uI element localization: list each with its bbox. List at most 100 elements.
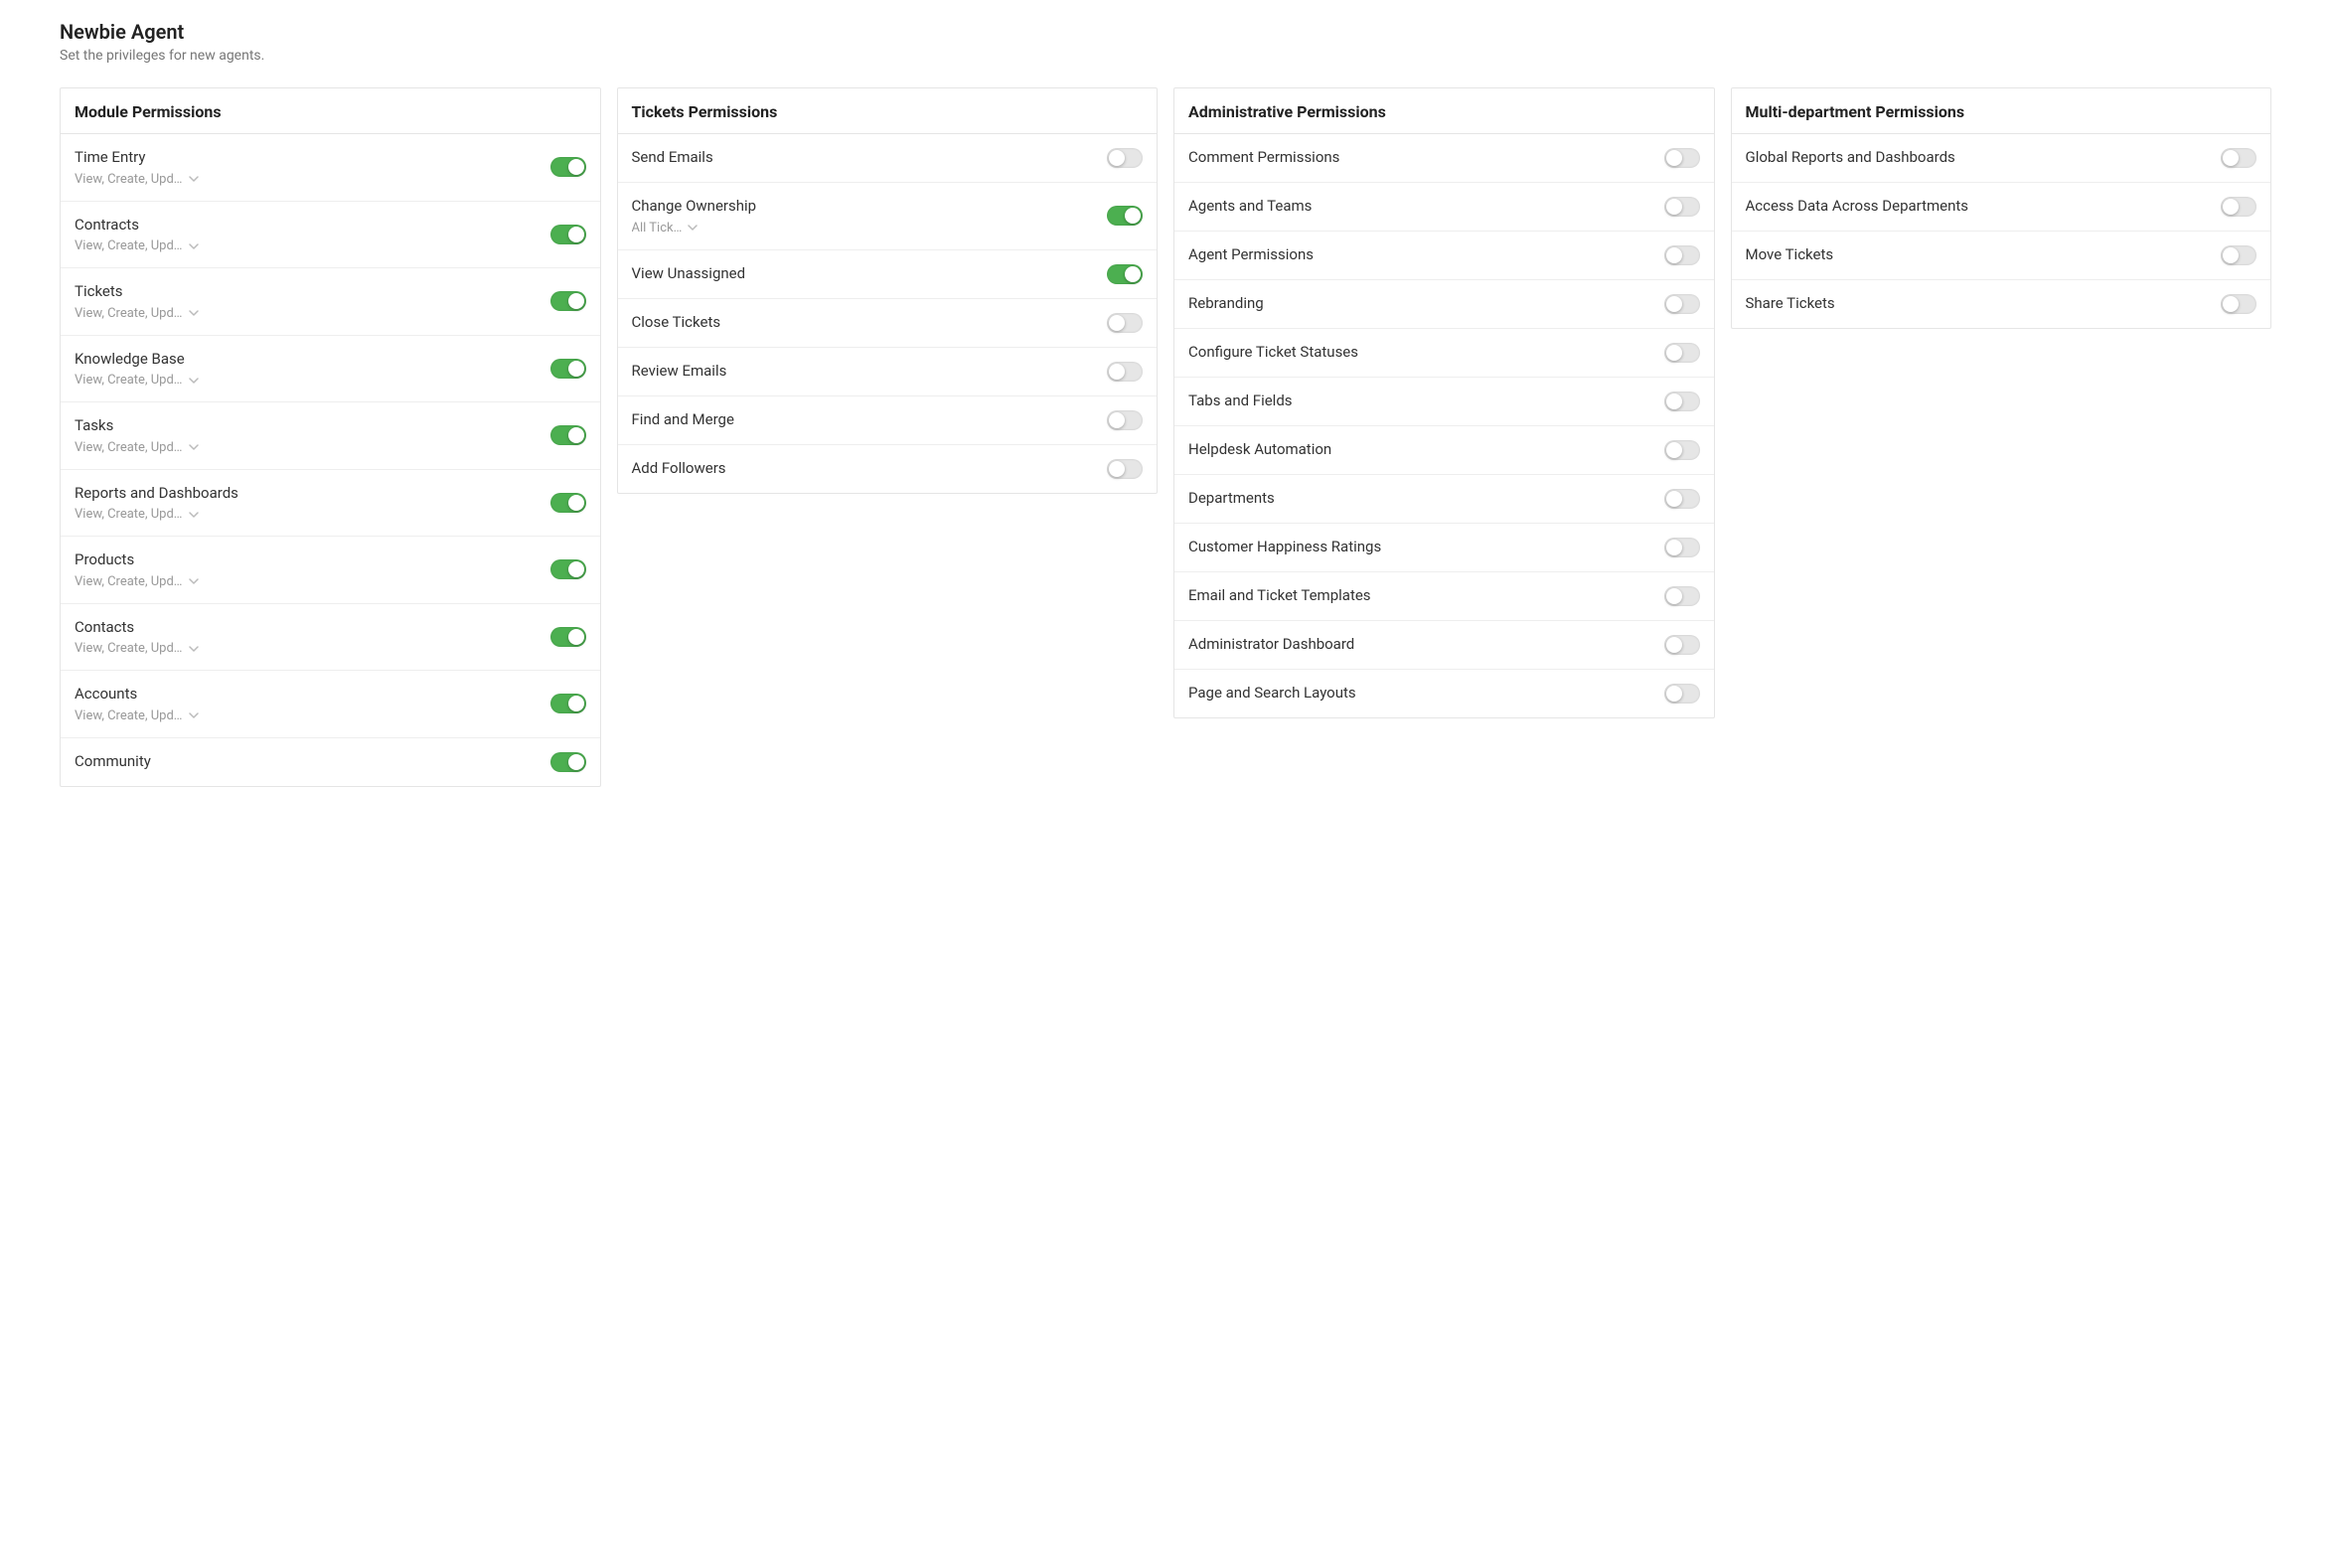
perm-label: Access Data Across Departments <box>1746 197 2210 217</box>
toggle-time-entry[interactable] <box>550 157 586 177</box>
toggle-accounts[interactable] <box>550 694 586 713</box>
perm-sub-text: View, Create, Upd… <box>75 708 183 723</box>
perm-label: Rebranding <box>1188 294 1652 314</box>
panel-administrative-permissions: Administrative PermissionsComment Permis… <box>1173 87 1715 718</box>
toggle-send-emails[interactable] <box>1107 148 1143 168</box>
toggle-administrator-dashboard[interactable] <box>1664 635 1700 655</box>
toggle-customer-happiness-ratings[interactable] <box>1664 538 1700 557</box>
perm-label: Tasks <box>75 416 539 436</box>
perm-left: Global Reports and Dashboards <box>1746 148 2210 168</box>
toggle-reports-and-dashboards[interactable] <box>550 493 586 513</box>
perm-sub-dropdown[interactable]: View, Create, Upd… <box>75 574 539 589</box>
toggle-agents-and-teams[interactable] <box>1664 197 1700 217</box>
toggle-add-followers[interactable] <box>1107 459 1143 479</box>
perm-left: ProductsView, Create, Upd… <box>75 550 539 589</box>
perm-left: View Unassigned <box>632 264 1096 284</box>
perm-sub-dropdown[interactable]: View, Create, Upd… <box>75 507 539 522</box>
toggle-knob <box>1666 393 1682 409</box>
toggle-change-ownership[interactable] <box>1107 206 1143 226</box>
perm-label: Move Tickets <box>1746 245 2210 265</box>
perm-label: Share Tickets <box>1746 294 2210 314</box>
toggle-tasks[interactable] <box>550 425 586 445</box>
toggle-tabs-and-fields[interactable] <box>1664 392 1700 411</box>
toggle-move-tickets[interactable] <box>2221 245 2256 265</box>
perm-label: Tabs and Fields <box>1188 392 1652 411</box>
panel-header: Administrative Permissions <box>1174 88 1714 134</box>
toggle-email-and-ticket-templates[interactable] <box>1664 586 1700 606</box>
perm-left: Page and Search Layouts <box>1188 684 1652 704</box>
toggle-products[interactable] <box>550 559 586 579</box>
toggle-knob <box>568 696 584 711</box>
toggle-comment-permissions[interactable] <box>1664 148 1700 168</box>
chevron-down-icon <box>189 644 199 654</box>
perm-left: Community <box>75 752 539 772</box>
toggle-knob <box>1666 199 1682 215</box>
toggle-helpdesk-automation[interactable] <box>1664 440 1700 460</box>
perm-left: Access Data Across Departments <box>1746 197 2210 217</box>
perm-sub-text: View, Create, Upd… <box>75 172 183 187</box>
toggle-find-and-merge[interactable] <box>1107 410 1143 430</box>
perm-sub-dropdown[interactable]: View, Create, Upd… <box>75 641 539 656</box>
perm-label: Email and Ticket Templates <box>1188 586 1652 606</box>
toggle-departments[interactable] <box>1664 489 1700 509</box>
perm-left: Tickets View, Create, Upd… <box>75 282 539 321</box>
toggle-tickets[interactable] <box>550 291 586 311</box>
perm-left: Find and Merge <box>632 410 1096 430</box>
chevron-down-icon <box>189 710 199 720</box>
perm-row-email-and-ticket-templates: Email and Ticket Templates <box>1174 572 1714 621</box>
perm-sub-dropdown[interactable]: View, Create, Upd… <box>75 440 539 455</box>
perm-left: Administrator Dashboard <box>1188 635 1652 655</box>
toggle-contracts[interactable] <box>550 225 586 244</box>
toggle-knob <box>1666 491 1682 507</box>
perm-row-tickets: Tickets View, Create, Upd… <box>61 268 600 336</box>
perm-row-contacts: ContactsView, Create, Upd… <box>61 604 600 672</box>
perm-label: Close Tickets <box>632 313 1096 333</box>
perm-row-configure-ticket-statuses: Configure Ticket Statuses <box>1174 329 1714 378</box>
perm-label: Accounts <box>75 685 539 705</box>
toggle-community[interactable] <box>550 752 586 772</box>
toggle-review-emails[interactable] <box>1107 362 1143 382</box>
toggle-knob <box>1666 686 1682 702</box>
toggle-share-tickets[interactable] <box>2221 294 2256 314</box>
perm-left: Review Emails <box>632 362 1096 382</box>
perm-label: Departments <box>1188 489 1652 509</box>
toggle-close-tickets[interactable] <box>1107 313 1143 333</box>
perm-left: Close Tickets <box>632 313 1096 333</box>
toggle-contacts[interactable] <box>550 627 586 647</box>
perm-sub-text: View, Create, Upd… <box>75 507 183 522</box>
toggle-knob <box>1666 540 1682 555</box>
perm-sub-dropdown[interactable]: View, Create, Upd… <box>75 306 539 321</box>
chevron-down-icon <box>189 510 199 520</box>
toggle-knowledge-base[interactable] <box>550 359 586 379</box>
perm-sub-dropdown[interactable]: All Tick… <box>632 221 1096 235</box>
toggle-agent-permissions[interactable] <box>1664 245 1700 265</box>
toggle-knob <box>2223 296 2239 312</box>
toggle-knob <box>1109 412 1125 428</box>
chevron-down-icon <box>688 223 698 233</box>
toggle-page-and-search-layouts[interactable] <box>1664 684 1700 704</box>
toggle-view-unassigned[interactable] <box>1107 264 1143 284</box>
perm-label: Change Ownership <box>632 197 1096 217</box>
perm-left: Agents and Teams <box>1188 197 1652 217</box>
toggle-knob <box>1109 364 1125 380</box>
perm-label: Administrator Dashboard <box>1188 635 1652 655</box>
perm-left: Helpdesk Automation <box>1188 440 1652 460</box>
perm-label: Tickets <box>75 282 539 302</box>
perm-sub-dropdown[interactable]: View, Create, Upd… <box>75 708 539 723</box>
perm-label: View Unassigned <box>632 264 1096 284</box>
perm-sub-dropdown[interactable]: View, Create, Upd… <box>75 238 539 253</box>
toggle-access-data-across-departments[interactable] <box>2221 197 2256 217</box>
perm-left: Departments <box>1188 489 1652 509</box>
perm-sub-text: View, Create, Upd… <box>75 574 183 589</box>
perm-row-agents-and-teams: Agents and Teams <box>1174 183 1714 232</box>
perm-row-knowledge-base: Knowledge BaseView, Create, Upd… <box>61 336 600 403</box>
perm-sub-dropdown[interactable]: View, Create, Upd… <box>75 373 539 388</box>
perm-row-add-followers: Add Followers <box>618 445 1158 493</box>
toggle-knob <box>568 561 584 577</box>
perm-row-tasks: Tasks View, Create, Upd… <box>61 402 600 470</box>
toggle-global-reports-and-dashboards[interactable] <box>2221 148 2256 168</box>
toggle-configure-ticket-statuses[interactable] <box>1664 343 1700 363</box>
toggle-knob <box>568 754 584 770</box>
perm-sub-dropdown[interactable]: View, Create, Upd… <box>75 172 539 187</box>
toggle-rebranding[interactable] <box>1664 294 1700 314</box>
